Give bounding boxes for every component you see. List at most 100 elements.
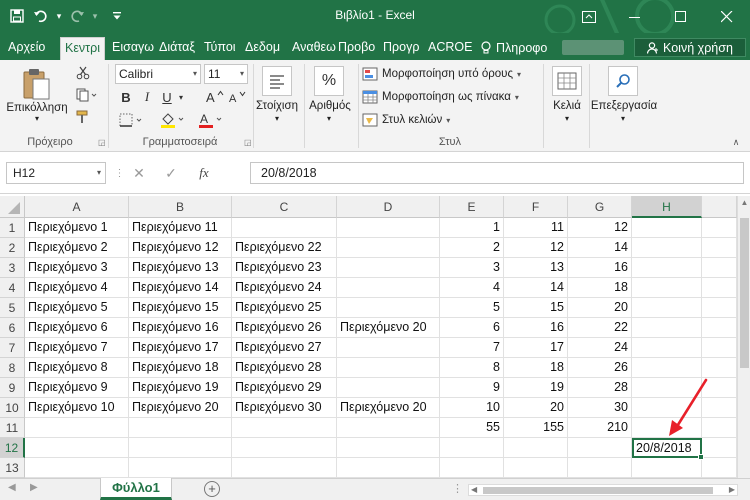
cell-f6[interactable]: 16 [504,318,568,338]
formula-input[interactable]: 20/8/2018 [250,162,744,184]
minimize-icon[interactable] [612,0,658,33]
cell-c10[interactable]: Περιεχόμενο 30 [232,398,337,418]
cell-a2[interactable]: Περιεχόμενο 2 [25,238,129,258]
cell-h6[interactable] [632,318,702,338]
tab-home[interactable]: Κεντρι [60,37,105,60]
row-header-8[interactable]: 8 [0,358,25,378]
cell-filler[interactable] [702,218,737,238]
cell-filler[interactable] [702,318,737,338]
tab-developer[interactable]: Προγρ [381,37,421,60]
cell-f11[interactable]: 155 [504,418,568,438]
active-cell[interactable]: 20/8/2018 [632,438,702,458]
cell-h2[interactable] [632,238,702,258]
column-header-g[interactable]: G [568,196,632,218]
cells-button[interactable]: Κελιά [544,100,590,112]
cell-h9[interactable] [632,378,702,398]
cell-d12[interactable] [337,438,440,458]
cell-c9[interactable]: Περιεχόμενο 29 [232,378,337,398]
cell-b6[interactable]: Περιεχόμενο 16 [129,318,232,338]
cell-e10[interactable]: 10 [440,398,504,418]
undo-icon[interactable] [30,4,52,28]
copy-icon[interactable] [74,86,100,104]
next-sheet-icon[interactable]: ▶ [30,482,38,493]
cells-dropdown-icon[interactable]: ▾ [560,114,574,123]
format-as-table-button[interactable]: Μορφοποίηση ως πίνακα ▾ [362,87,519,107]
cell-a12[interactable] [25,438,129,458]
cell-styles-button[interactable]: Στυλ κελιών ▾ [362,110,450,130]
cell-g2[interactable]: 14 [568,238,632,258]
decrease-font-size-icon[interactable]: A [228,88,248,106]
column-header-d[interactable]: D [337,196,440,218]
cell-b1[interactable]: Περιεχόμενο 11 [129,218,232,238]
prev-sheet-icon[interactable]: ◀ [8,482,16,493]
cell-h8[interactable] [632,358,702,378]
cell-b13[interactable] [129,458,232,478]
scroll-up-icon[interactable]: ▲ [738,198,750,207]
share-button[interactable]: Κοινή χρήση [634,38,746,57]
cell-f5[interactable]: 15 [504,298,568,318]
cell-d4[interactable] [337,278,440,298]
bold-button[interactable]: B [118,88,134,106]
cell-filler[interactable] [702,358,737,378]
tab-view[interactable]: Προβο [336,37,377,60]
cell-filler[interactable] [702,418,737,438]
tab-review[interactable]: Αναθεω [290,37,338,60]
cell-a5[interactable]: Περιεχόμενο 5 [25,298,129,318]
cell-f10[interactable]: 20 [504,398,568,418]
clipboard-launcher-icon[interactable]: ◲ [98,138,106,147]
cell-e6[interactable]: 6 [440,318,504,338]
sheet-tab-1[interactable]: Φύλλο1 [100,478,172,500]
cell-g7[interactable]: 24 [568,338,632,358]
tab-formulas[interactable]: Τύποι [202,37,238,60]
cell-filler[interactable] [702,438,737,458]
cell-f7[interactable]: 17 [504,338,568,358]
cell-a10[interactable]: Περιεχόμενο 10 [25,398,129,418]
cell-b11[interactable] [129,418,232,438]
cell-c5[interactable]: Περιεχόμενο 25 [232,298,337,318]
alignment-icon[interactable] [262,66,292,96]
cell-g12[interactable] [568,438,632,458]
cell-e5[interactable]: 5 [440,298,504,318]
font-color-icon[interactable]: A [196,110,226,130]
cell-h11[interactable] [632,418,702,438]
cut-icon[interactable] [74,64,92,82]
cell-c11[interactable] [232,418,337,438]
insert-function-icon[interactable]: fx [196,165,212,181]
number-button[interactable]: Αριθμός [304,100,356,112]
cell-c1[interactable] [232,218,337,238]
cell-d10[interactable]: Περιεχόμενο 20 [337,398,440,418]
cell-f9[interactable]: 19 [504,378,568,398]
cell-c8[interactable]: Περιεχόμενο 28 [232,358,337,378]
column-header-f[interactable]: F [504,196,568,218]
cell-a11[interactable] [25,418,129,438]
cell-d11[interactable] [337,418,440,438]
maximize-icon[interactable] [658,0,704,33]
undo-dropdown-icon[interactable]: ▾ [54,4,64,28]
redo-icon[interactable] [66,4,88,28]
borders-icon[interactable] [117,110,147,130]
cell-filler[interactable] [702,398,737,418]
cell-c2[interactable]: Περιεχόμενο 22 [232,238,337,258]
cell-h4[interactable] [632,278,702,298]
tab-splitter-icon[interactable]: ⋮ [452,482,463,495]
cell-h10[interactable] [632,398,702,418]
close-icon[interactable] [704,0,750,33]
cell-g5[interactable]: 20 [568,298,632,318]
cell-f12[interactable] [504,438,568,458]
cell-d3[interactable] [337,258,440,278]
font-size-select[interactable]: 11 ▾ [204,64,248,84]
cell-h3[interactable] [632,258,702,278]
collapse-ribbon-icon[interactable]: ∧ [728,136,744,148]
percent-icon[interactable]: % [314,66,344,96]
cell-g6[interactable]: 22 [568,318,632,338]
cell-g11[interactable]: 210 [568,418,632,438]
cell-filler[interactable] [702,238,737,258]
customize-toolbar-icon[interactable] [112,4,122,28]
font-launcher-icon[interactable]: ◲ [244,138,252,147]
scroll-left-icon[interactable]: ◀ [471,485,477,495]
conditional-formatting-button[interactable]: Μορφοποίηση υπό όρους ▾ [362,64,521,84]
cell-e3[interactable]: 3 [440,258,504,278]
cell-b5[interactable]: Περιεχόμενο 15 [129,298,232,318]
add-sheet-icon[interactable]: + [204,481,220,497]
row-header-11[interactable]: 11 [0,418,25,438]
